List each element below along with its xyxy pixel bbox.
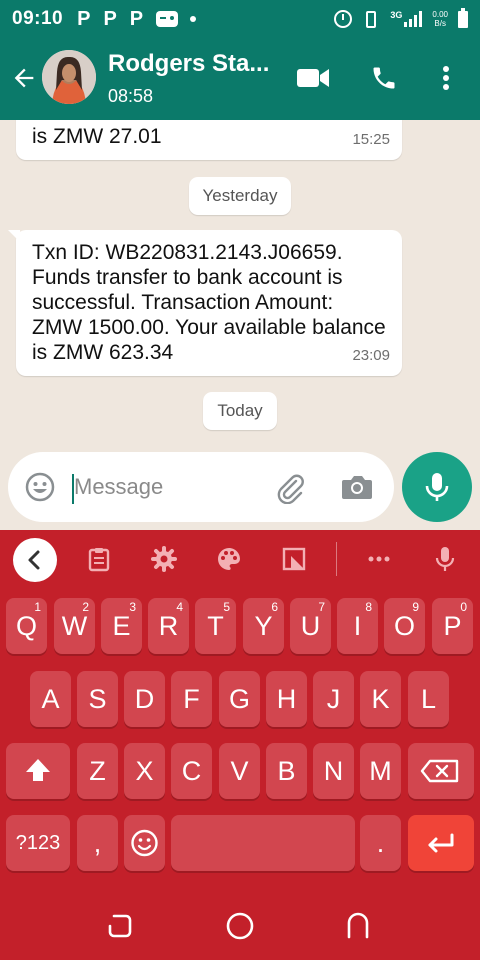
backspace-icon: [420, 759, 459, 783]
more-notifications-dot-icon: [190, 16, 197, 22]
shift-key[interactable]: [6, 743, 70, 799]
message-text: is ZMW 27.01: [32, 125, 162, 148]
status-bar: 09:10 P P P 3G 0.00 B/s: [0, 0, 480, 38]
signal-icon: [404, 11, 423, 27]
key-f[interactable]: F: [171, 671, 212, 727]
key-v[interactable]: V: [219, 743, 260, 799]
notification-p-icon: P: [77, 7, 91, 30]
back-nav-icon[interactable]: [345, 911, 375, 941]
key-j[interactable]: J: [313, 671, 354, 727]
home-icon[interactable]: [225, 911, 255, 941]
key-k[interactable]: K: [360, 671, 401, 727]
chevron-left-icon: [28, 550, 40, 570]
key-b[interactable]: B: [266, 743, 307, 799]
phone-icon[interactable]: [370, 64, 398, 92]
keyboard-toolbar: [0, 530, 480, 588]
back-arrow-icon[interactable]: [10, 64, 38, 92]
recents-icon[interactable]: [106, 912, 134, 940]
settings-icon[interactable]: [151, 546, 177, 572]
notification-p-icon: P: [103, 7, 117, 30]
message-input[interactable]: [74, 467, 264, 507]
key-r[interactable]: 4 R: [148, 598, 189, 654]
key-w[interactable]: 2 W: [54, 598, 95, 654]
key-z[interactable]: Z: [77, 743, 118, 799]
key-m[interactable]: M: [360, 743, 401, 799]
message-bubble[interactable]: Txn ID: WB220831.2143.J06659. Funds tran…: [8, 230, 402, 376]
status-indicators: 3G 0.00 B/s: [334, 0, 468, 38]
notification-p-icon: P: [129, 7, 144, 30]
key-p[interactable]: 0 P: [432, 598, 473, 654]
speed-value: 0.00: [432, 10, 448, 19]
contact-status: 08:58: [108, 86, 154, 106]
key-q[interactable]: 1 Q: [6, 598, 47, 654]
key-n[interactable]: N: [313, 743, 354, 799]
key-x[interactable]: X: [124, 743, 165, 799]
key-s[interactable]: S: [77, 671, 118, 727]
emoji-icon[interactable]: [24, 471, 56, 503]
key-g[interactable]: G: [219, 671, 260, 727]
emoji-icon: [131, 829, 158, 857]
key-a[interactable]: A: [30, 671, 71, 727]
enter-icon: [428, 833, 454, 853]
backspace-key[interactable]: [408, 743, 474, 799]
clipboard-icon[interactable]: [86, 546, 112, 572]
key-e[interactable]: 3 E: [101, 598, 142, 654]
enter-key[interactable]: [408, 815, 474, 871]
message-bubble[interactable]: is ZMW 27.01 15:25: [16, 120, 402, 160]
shift-icon: [26, 759, 50, 781]
composer-bar: [0, 445, 480, 530]
keyboard: 1 Q 2 W 3 E 4 R 5 T 6 Y 7 U 8 I 9 O 0 P …: [0, 530, 480, 960]
message-text: Txn ID: WB220831.2143.J06659. Funds tran…: [32, 241, 386, 364]
message-time: 15:25: [352, 131, 390, 148]
toolbar-divider: [336, 542, 337, 576]
more-vert-icon[interactable]: [438, 64, 454, 92]
key-i[interactable]: 8 I: [337, 598, 378, 654]
camera-icon[interactable]: [341, 473, 373, 501]
contact-name[interactable]: Rodgers Sta...: [108, 50, 269, 78]
key-l[interactable]: L: [408, 671, 449, 727]
key-h[interactable]: H: [266, 671, 307, 727]
chat-header: Rodgers Sta... 08:58: [0, 38, 480, 120]
mic-icon: [425, 473, 449, 501]
date-chip-yesterday: Yesterday: [189, 177, 291, 215]
resize-icon[interactable]: [281, 546, 307, 572]
voice-message-button[interactable]: [402, 452, 472, 522]
alarm-icon: [334, 10, 353, 28]
status-time: 09:10: [12, 8, 64, 29]
key-u[interactable]: 7 U: [290, 598, 331, 654]
keyboard-mic-icon[interactable]: [432, 546, 458, 572]
message-composer[interactable]: [8, 452, 394, 522]
key-d[interactable]: D: [124, 671, 165, 727]
key-t[interactable]: 5 T: [195, 598, 236, 654]
palette-icon[interactable]: [216, 546, 242, 572]
network-speed: 0.00 B/s: [432, 10, 448, 28]
message-time: 23:09: [352, 347, 390, 364]
date-chip-today: Today: [203, 392, 277, 430]
space-key[interactable]: [171, 815, 355, 871]
game-controller-icon: [156, 11, 179, 27]
period-key[interactable]: .: [360, 815, 401, 871]
avatar[interactable]: [42, 50, 96, 104]
more-horiz-icon[interactable]: [366, 546, 392, 572]
emoji-key[interactable]: [124, 815, 165, 871]
speed-unit: B/s: [434, 19, 446, 28]
video-call-icon[interactable]: [296, 66, 330, 90]
network-type-label: 3G: [390, 10, 403, 20]
symbols-key[interactable]: ?123: [6, 815, 70, 871]
attach-icon[interactable]: [274, 472, 306, 504]
key-o[interactable]: 9 O: [384, 598, 425, 654]
key-c[interactable]: C: [171, 743, 212, 799]
navigation-bar: [0, 890, 480, 960]
battery-icon: [458, 7, 468, 28]
key-y[interactable]: 6 Y: [243, 598, 284, 654]
keyboard-back-button[interactable]: [13, 538, 57, 582]
chat-area[interactable]: is ZMW 27.01 15:25 Yesterday Txn ID: WB2…: [0, 120, 480, 445]
comma-key[interactable]: ,: [77, 815, 118, 871]
vibrate-icon: [366, 10, 377, 28]
